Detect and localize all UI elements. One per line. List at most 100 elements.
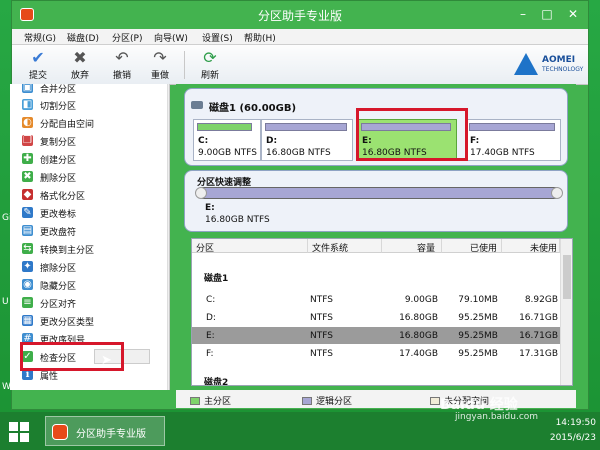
- table-row[interactable]: C: NTFS 9.00GB 79.10MB 8.92GB: [192, 291, 560, 308]
- table-scrollbar[interactable]: [560, 239, 572, 385]
- disk-header: 磁盘1 (60.00GB): [209, 103, 297, 114]
- column-header-filesystem[interactable]: 文件系统: [308, 239, 382, 254]
- op-change-drive-letter[interactable]: ▤ 更改盘符: [18, 222, 158, 239]
- column-header-unused[interactable]: 未使用: [502, 239, 560, 254]
- partition-f[interactable]: F: 17.40GB NTFS: [465, 119, 561, 161]
- taskbar-app-button[interactable]: 分区助手专业版: [45, 416, 165, 446]
- menu-partition[interactable]: 分区(P): [112, 31, 142, 44]
- undo-label: 撤销: [112, 71, 131, 81]
- quick-adjust-size: 16.80GB NTFS: [205, 215, 270, 225]
- group-label: 磁盘2: [204, 378, 229, 385]
- partition-d[interactable]: D: 16.80GB NTFS: [261, 119, 353, 161]
- redo-button[interactable]: ↷ 重做: [144, 49, 176, 83]
- cell-partition: E:: [206, 331, 215, 341]
- table-row-selected[interactable]: E: NTFS 16.80GB 95.25MB 16.71GB: [192, 327, 560, 344]
- cell-used: 95.25MB: [458, 331, 498, 341]
- op-delete-partition[interactable]: ✖ 删除分区: [18, 168, 158, 185]
- app-icon: [52, 424, 68, 440]
- desktop-icon-label: U: [2, 297, 9, 307]
- watermark-url: jingyan.baidu.com: [455, 412, 539, 422]
- quick-adjust-bar[interactable]: [201, 187, 557, 199]
- op-wipe-partition[interactable]: ✦ 擦除分区: [18, 258, 158, 275]
- op-change-partition-type[interactable]: ▦ 更改分区类型: [18, 312, 158, 329]
- op-partition-alignment[interactable]: ≡ 分区对齐: [18, 294, 158, 311]
- refresh-button[interactable]: ⟳ 刷新: [194, 49, 226, 83]
- menu-wizard[interactable]: 向导(W): [154, 31, 188, 44]
- column-header-capacity[interactable]: 容量: [382, 239, 442, 254]
- check-icon: ✔: [31, 48, 45, 67]
- op-label: 删除分区: [40, 174, 77, 184]
- watermark-brand: Baidu 经验: [440, 397, 518, 413]
- op-label: 分区对齐: [40, 300, 77, 310]
- op-hide-partition[interactable]: ◉ 隐藏分区: [18, 276, 158, 293]
- scroll-thumb[interactable]: [563, 255, 571, 299]
- title-bar[interactable]: 分区助手专业版 – □ ✕: [12, 1, 588, 29]
- partition-usage-bar: [265, 123, 347, 131]
- op-copy-partition[interactable]: ❐ 复制分区: [18, 132, 158, 149]
- menu-help[interactable]: 帮助(H): [244, 31, 276, 44]
- apply-label: 提交: [28, 71, 47, 81]
- cell-filesystem: NTFS: [310, 295, 333, 305]
- menu-disk[interactable]: 磁盘(D): [67, 31, 99, 44]
- menu-general[interactable]: 常规(G): [24, 31, 56, 44]
- window-title: 分区助手专业版: [257, 9, 342, 23]
- op-convert-to-primary[interactable]: ⇆ 转换到主分区: [18, 240, 158, 257]
- windows-start-icon[interactable]: [9, 422, 29, 442]
- partition-size: 16.80GB NTFS: [266, 148, 331, 158]
- taskbar-app-label: 分区助手专业版: [76, 429, 146, 440]
- x-icon: ✖: [73, 48, 87, 67]
- op-split-partition[interactable]: ◧ 切割分区: [18, 96, 158, 113]
- wipe-icon: ✦: [22, 261, 33, 272]
- cell-used: 95.25MB: [458, 349, 498, 359]
- partition-size: 9.00GB NTFS: [198, 148, 258, 158]
- create-icon: ✚: [22, 153, 33, 164]
- partition-letter: D:: [266, 136, 278, 146]
- op-label: 隐藏分区: [40, 282, 77, 292]
- op-change-label[interactable]: ✎ 更改卷标: [18, 204, 158, 221]
- hide-icon: ◉: [22, 279, 33, 290]
- partition-usage-bar: [469, 123, 555, 131]
- system-clock[interactable]: 14:19:50 2015/6/23: [532, 416, 596, 446]
- table-row[interactable]: D: NTFS 16.80GB 95.25MB 16.71GB: [192, 309, 560, 326]
- partial-row[interactable]: 磁盘2: [192, 371, 560, 385]
- toolbar: ✔ 提交 ✖ 放弃 ↶ 撤销 ↷ 重做 ⟳ 刷新 AOMEI TECHNOLOG…: [12, 45, 588, 85]
- op-create-partition[interactable]: ✚ 创建分区: [18, 150, 158, 167]
- unallocated-swatch-icon: [430, 397, 440, 405]
- apply-button[interactable]: ✔ 提交: [22, 49, 54, 83]
- header-label: 文件系统: [312, 244, 349, 254]
- menu-settings[interactable]: 设置(S): [202, 31, 233, 44]
- discard-button[interactable]: ✖ 放弃: [64, 49, 96, 83]
- undo-button[interactable]: ↶ 撤销: [106, 49, 138, 83]
- cell-filesystem: NTFS: [310, 313, 333, 323]
- minimize-button[interactable]: –: [512, 5, 534, 23]
- aomei-logo: AOMEI TECHNOLOGY: [512, 51, 584, 79]
- op-format-partition[interactable]: ◆ 格式化分区: [18, 186, 158, 203]
- op-label: 格式化分区: [40, 192, 86, 202]
- op-label: 复制分区: [40, 138, 77, 148]
- op-allocate-free-space[interactable]: ◐ 分配自由空间: [18, 114, 158, 131]
- operations-scrollbar[interactable]: [167, 84, 170, 390]
- cell-filesystem: NTFS: [310, 331, 333, 341]
- scroll-thumb[interactable]: [169, 204, 170, 264]
- label-icon: ✎: [22, 207, 33, 218]
- right-resize-handle[interactable]: [551, 187, 563, 199]
- quick-adjust-card: 分区快速调整 E: 16.80GB NTFS: [184, 170, 568, 232]
- cell-used: 95.25MB: [458, 313, 498, 323]
- align-icon: ≡: [22, 297, 33, 308]
- partition-letter: C:: [198, 136, 209, 146]
- maximize-button[interactable]: □: [536, 5, 558, 23]
- logo-sub: TECHNOLOGY: [542, 66, 584, 73]
- column-header-partition[interactable]: 分区: [192, 239, 308, 254]
- disk-icon: [191, 101, 203, 109]
- left-resize-handle[interactable]: [195, 187, 207, 199]
- clock-date: 2015/6/23: [549, 433, 596, 443]
- partition-c[interactable]: C: 9.00GB NTFS: [193, 119, 261, 161]
- column-header-used[interactable]: 已使用: [442, 239, 502, 254]
- legend-logical: 逻辑分区: [302, 394, 352, 407]
- menu-bar: 常规(G) 磁盘(D) 分区(P) 向导(W) 设置(S) 帮助(H): [12, 29, 588, 45]
- table-row[interactable]: F: NTFS 17.40GB 95.25MB 17.31GB: [192, 345, 560, 362]
- op-merge-partition[interactable]: ▣ 合并分区: [18, 84, 158, 96]
- logo-brand: AOMEI: [542, 55, 576, 65]
- close-button[interactable]: ✕: [562, 5, 584, 23]
- disk-group-row[interactable]: 磁盘1: [192, 267, 560, 284]
